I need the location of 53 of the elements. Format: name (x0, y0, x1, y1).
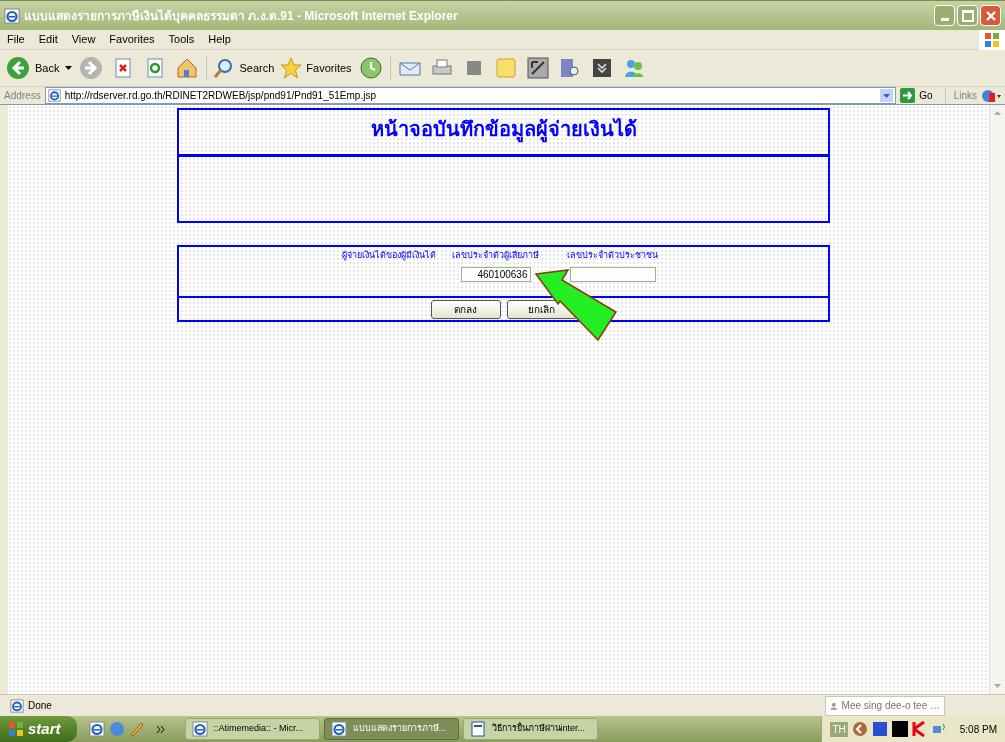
go-arrow-icon (900, 88, 916, 103)
window-title: แบบแสดงรายการภาษีเงินได้บุคคลธรรมดา ภ.ง.ด.91 - Microsoft Internet Explorer (24, 7, 458, 25)
tray-app-icon[interactable] (871, 721, 888, 737)
text-field[interactable]: 460100636 (460, 266, 531, 282)
ie-logo-icon (88, 721, 105, 737)
menu-item[interactable]: Favorites (102, 31, 162, 48)
address-field[interactable]: http://rdserver.rd.go.th/RDINET2RDWEB/jsp/pnd91/Pnd91_51Emp.jsp (44, 87, 897, 104)
links-button[interactable]: Links (944, 88, 977, 103)
ie-logo-icon (4, 7, 20, 24)
menu-item[interactable]: Tools (161, 31, 202, 48)
status-text: Done (28, 699, 52, 713)
back-circle-icon[interactable] (851, 721, 868, 737)
dropdown-caret-icon[interactable] (65, 66, 73, 70)
page-heading: หน้าจอบันทึกข้อมูลผู้จ่ายเงินได้ (370, 116, 637, 144)
menu-item[interactable]: Edit (31, 31, 65, 48)
form-button[interactable]: ตกลง (430, 299, 501, 319)
go-button[interactable]: Go (900, 88, 941, 103)
maximize-button[interactable] (957, 5, 978, 26)
dropdown-caret-icon[interactable] (880, 89, 894, 102)
taskbar-button[interactable]: วิธีการยื่นภาษีผ่านinter... (462, 718, 598, 740)
address-url: http://rdserver.rd.go.th/RDINET2RDWEB/jsp/pnd91/Pnd91_51Emp.jsp (64, 89, 376, 103)
ie-logo-icon (10, 698, 24, 713)
field-label: ผู้จ่ายเงินได้ของผู้มีเงินได้ (342, 249, 436, 263)
windows-logo-icon (8, 721, 24, 737)
pencil-icon[interactable] (128, 721, 145, 737)
minimize-button[interactable] (934, 5, 955, 26)
taskbar-button[interactable]: แบบแสดงรายการภาษี... (323, 718, 459, 740)
menu-item[interactable]: Help (201, 31, 238, 48)
favorites-button[interactable]: Favorites (280, 57, 352, 79)
field-label: เลขประจำตัวผู้เสียภาษี (452, 249, 539, 263)
text-field[interactable] (569, 266, 656, 282)
start-button[interactable]: start (0, 716, 77, 742)
field-label: เลขประจำตัวประชาชน (567, 249, 658, 262)
search-button[interactable]: Search (213, 57, 275, 79)
address-label: Address (4, 89, 41, 103)
ie-logo-icon (47, 89, 61, 102)
more-chevron-icon[interactable] (156, 725, 165, 733)
back-button[interactable]: Back (5, 55, 60, 81)
ie-logo-icon (191, 721, 208, 737)
taskbar-button[interactable]: ::Atimemedia:: - Micr... (184, 718, 320, 740)
user-status-panel: Mee sing dee-o tee … (825, 695, 945, 716)
history-clock-icon[interactable] (357, 55, 384, 81)
menu-item[interactable]: View (64, 31, 103, 48)
star-icon (280, 57, 303, 79)
square-icon[interactable] (891, 721, 908, 737)
vertical-scrollbar[interactable] (989, 105, 1005, 694)
windows-logo-icon (979, 29, 1005, 50)
document-icon (469, 721, 486, 737)
menu-item[interactable]: File (0, 31, 32, 48)
close-button[interactable] (980, 5, 1001, 26)
ie-logo-icon (330, 721, 347, 737)
clock: 5:08 PM (959, 722, 997, 737)
close-icon (984, 9, 997, 22)
